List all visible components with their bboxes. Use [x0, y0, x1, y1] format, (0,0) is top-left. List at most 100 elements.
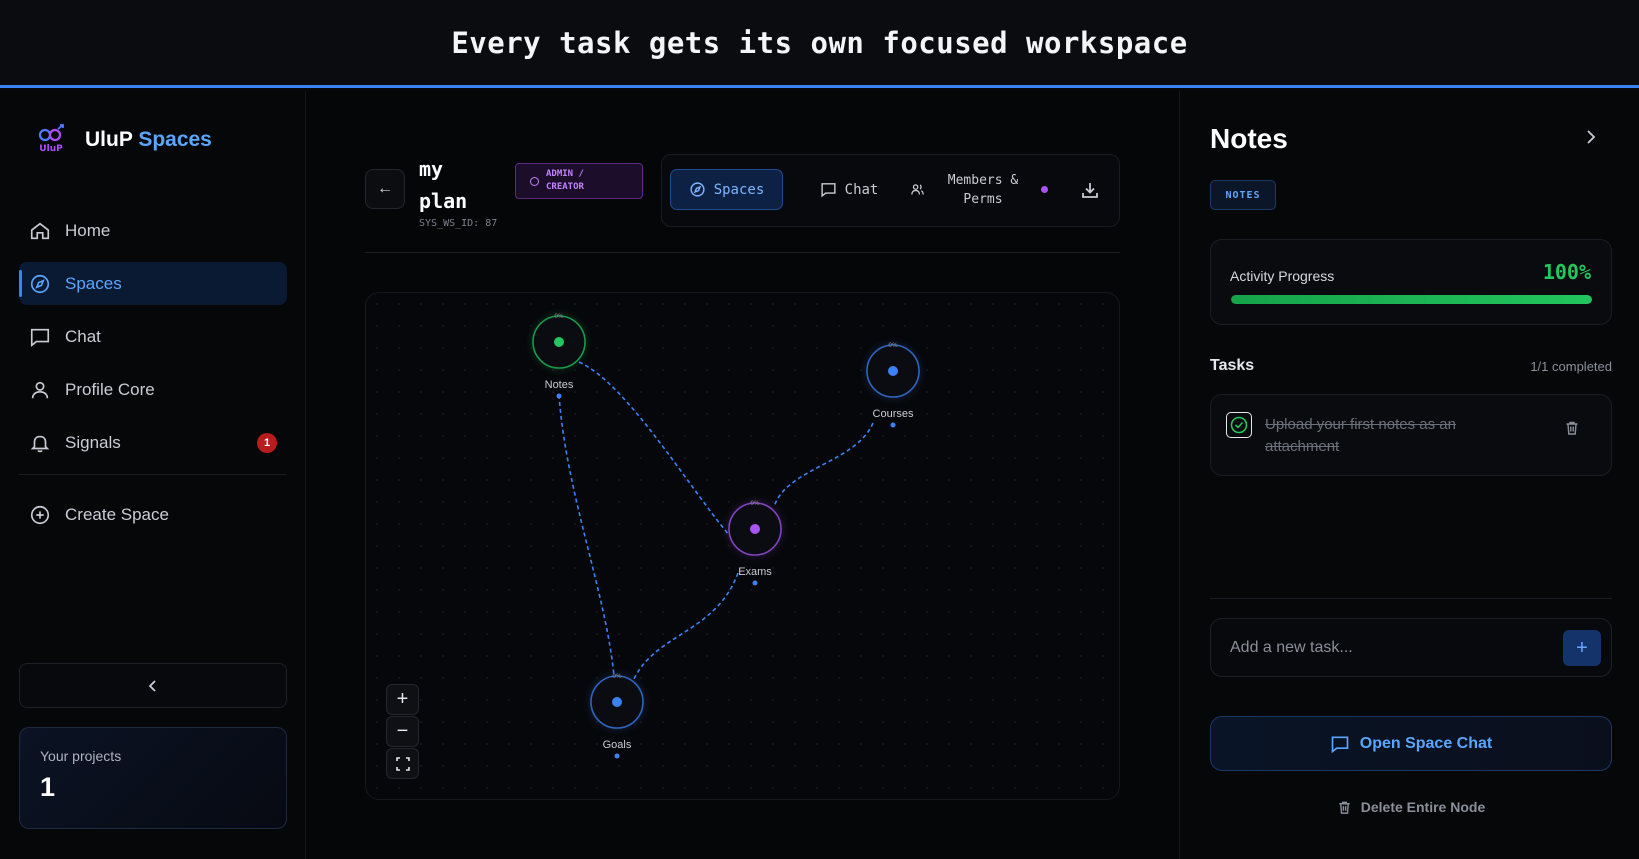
- graph-node-goals[interactable]: 0% Goals: [589, 673, 645, 759]
- zoom-in-button[interactable]: +: [386, 684, 419, 715]
- delete-node-label: Delete Entire Node: [1360, 799, 1486, 815]
- graph-edge-exams-goals: [633, 572, 739, 680]
- new-task-field: +: [1210, 618, 1612, 677]
- chat-icon: [1331, 736, 1349, 753]
- chevron-right-icon[interactable]: [1582, 128, 1600, 146]
- fit-view-button[interactable]: [386, 748, 419, 779]
- tab-members-label: Members & Perms: [947, 172, 1019, 207]
- user-icon: [31, 381, 49, 398]
- progress-track: [1231, 295, 1592, 304]
- tab-spaces-label: Spaces: [713, 181, 765, 198]
- workspace-main: ← my plan SYS_WS_ID: 87 ADMIN / CREATOR …: [306, 91, 1179, 859]
- new-task-input[interactable]: [1211, 619, 1551, 676]
- projects-count: 1: [40, 772, 56, 802]
- graph-canvas[interactable]: 0% Notes 0% Courses 0% Exams 0% Goals + −: [365, 292, 1120, 800]
- workspace-title: my plan: [419, 157, 468, 213]
- sidebar-item-profile-core[interactable]: Profile Core: [19, 368, 287, 411]
- node-label-courses: Courses: [873, 408, 914, 420]
- brand-logo-icon: UluP: [38, 124, 64, 154]
- compass-icon: [690, 182, 705, 197]
- plus-icon: +: [396, 688, 409, 710]
- progress-card: Activity Progress 100%: [1210, 239, 1612, 325]
- node-percent-courses: 0%: [888, 342, 898, 349]
- zoom-controls: + −: [386, 684, 419, 779]
- chat-icon: [30, 328, 50, 347]
- node-percent-notes: 0%: [554, 313, 564, 320]
- main-divider: [365, 252, 1120, 253]
- fullscreen-icon: [395, 756, 410, 771]
- workspace-toolbar: Spaces Chat Members & Perms: [661, 154, 1120, 227]
- sidebar-item-label: Spaces: [65, 273, 122, 293]
- task-item: Upload your first notes as an attachment: [1210, 394, 1612, 476]
- plus-circle-icon: [30, 505, 50, 524]
- projects-label: Your projects: [40, 748, 122, 764]
- tab-members[interactable]: Members & Perms: [908, 167, 1048, 212]
- trash-icon[interactable]: [1564, 420, 1580, 436]
- collapse-sidebar-button[interactable]: [19, 663, 287, 708]
- back-button[interactable]: ←: [365, 169, 405, 209]
- graph-node-courses[interactable]: 0% Courses: [865, 342, 921, 428]
- node-label-notes: Notes: [545, 379, 574, 391]
- minus-icon: −: [396, 720, 409, 742]
- chat-icon: [821, 183, 836, 198]
- tasks-count: 1/1 completed: [1530, 358, 1612, 374]
- details-panel: Notes NOTES Activity Progress 100% Tasks…: [1179, 91, 1639, 859]
- sidebar-item-spaces[interactable]: Spaces: [19, 262, 287, 305]
- signals-badge: 1: [257, 433, 277, 453]
- delete-node-button[interactable]: Delete Entire Node: [1210, 797, 1612, 817]
- plus-icon: +: [1576, 636, 1588, 659]
- tab-chat-label: Chat: [844, 181, 879, 198]
- nav-divider: [19, 474, 287, 475]
- role-line-2: CREATOR: [546, 182, 584, 192]
- sidebar-item-label: Profile Core: [65, 379, 155, 399]
- open-space-chat-button[interactable]: Open Space Chat: [1210, 716, 1612, 771]
- role-line-1: ADMIN /: [546, 169, 584, 179]
- members-status-dot: [1041, 186, 1048, 193]
- home-icon: [30, 222, 50, 239]
- open-chat-label: Open Space Chat: [1359, 734, 1493, 752]
- check-circle-icon: [1230, 416, 1248, 434]
- create-space-button[interactable]: Create Space: [19, 493, 287, 536]
- top-banner: Every task gets its own focused workspac…: [0, 0, 1639, 88]
- role-badge: ADMIN / CREATOR: [515, 163, 643, 199]
- brand-name: UluP: [85, 128, 133, 151]
- task-text: Upload your first notes as an attachment: [1265, 416, 1456, 455]
- add-task-button[interactable]: +: [1563, 630, 1601, 666]
- graph-node-notes[interactable]: 0% Notes: [531, 313, 587, 399]
- chevron-left-icon: [148, 679, 156, 692]
- graph-svg: 0% Notes 0% Courses 0% Exams 0% Goals: [531, 313, 921, 759]
- panel-divider: [1210, 598, 1612, 599]
- sidebar-item-label: Signals: [65, 432, 121, 452]
- node-percent-exams: 0%: [750, 500, 760, 507]
- sidebar-item-signals[interactable]: Signals 1: [19, 421, 287, 464]
- sidebar-nav: Home Spaces Chat Profile Core Signals 1 …: [19, 209, 287, 546]
- graph-edge-courses-exams: [773, 422, 874, 508]
- compass-icon: [30, 274, 50, 293]
- panel-tag: NOTES: [1210, 180, 1276, 210]
- panel-title: Notes: [1210, 123, 1288, 154]
- tasks-title: Tasks: [1210, 357, 1255, 374]
- tab-chat[interactable]: Chat: [804, 169, 894, 210]
- create-space-label: Create Space: [65, 504, 169, 524]
- sidebar: UluP UluP Spaces Home Spaces Chat Profil…: [0, 91, 306, 859]
- sidebar-item-label: Home: [65, 220, 111, 240]
- sidebar-item-chat[interactable]: Chat: [19, 315, 287, 358]
- tasks-header: Tasks 1/1 completed: [1210, 357, 1612, 375]
- graph-edge-notes-exams: [578, 361, 730, 536]
- brand[interactable]: UluP UluP Spaces: [34, 123, 212, 157]
- zoom-out-button[interactable]: −: [386, 716, 419, 747]
- brand-logo-text: UluP: [39, 144, 63, 154]
- tab-spaces[interactable]: Spaces: [670, 169, 783, 210]
- ring-icon: [530, 176, 539, 186]
- download-icon[interactable]: [1080, 180, 1100, 200]
- projects-card: Your projects 1: [19, 727, 287, 829]
- users-icon: [911, 184, 924, 195]
- graph-edge-notes-goals: [558, 394, 615, 677]
- sidebar-item-label: Chat: [65, 326, 101, 346]
- arrow-left-icon: ←: [377, 180, 393, 197]
- progress-value: 100%: [1542, 260, 1591, 284]
- sidebar-item-home[interactable]: Home: [19, 209, 287, 252]
- bell-icon: [30, 435, 50, 452]
- graph-node-exams[interactable]: 0% Exams: [727, 500, 783, 586]
- task-checkbox[interactable]: [1226, 412, 1252, 438]
